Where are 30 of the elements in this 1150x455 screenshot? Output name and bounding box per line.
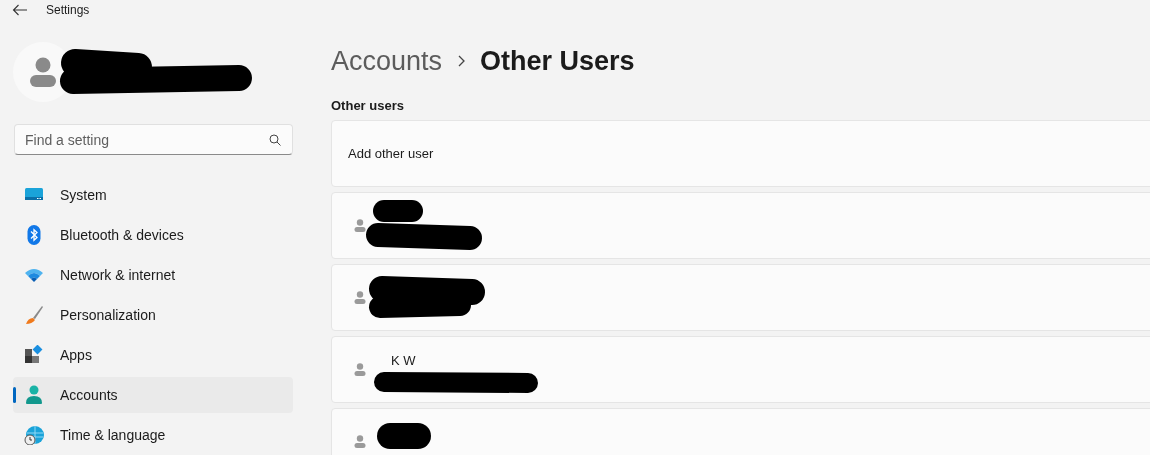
user-card[interactable] [331, 264, 1150, 331]
sidebar-item[interactable]: Accounts [13, 377, 293, 413]
sidebar-item[interactable]: Apps [13, 337, 293, 373]
sidebar-item[interactable]: Personalization [13, 297, 293, 333]
breadcrumb-link[interactable]: Accounts [331, 45, 443, 77]
person-icon [354, 219, 366, 232]
user-name: K W [391, 353, 416, 368]
sidebar-item[interactable]: Bluetooth & devices [13, 217, 293, 253]
section-title: Other users [331, 98, 405, 115]
search-field[interactable]: Find a setting [14, 124, 293, 155]
sidebar-item[interactable]: System [13, 177, 293, 213]
person-icon [354, 363, 366, 376]
sidebar-item[interactable]: Time & language [13, 417, 293, 453]
chevron-icon [456, 55, 467, 67]
bluetooth-icon [24, 225, 44, 245]
back-arrow-icon[interactable] [12, 4, 28, 16]
user-card[interactable] [331, 192, 1150, 259]
user-card[interactable]: K W [331, 336, 1150, 403]
window-title: Settings [46, 3, 90, 17]
search-icon [269, 134, 281, 146]
apps-icon [24, 345, 44, 365]
page-title: Other Users [480, 45, 635, 77]
globe-icon [24, 425, 44, 445]
sidebar-item[interactable]: Network & internet [13, 257, 293, 293]
person-icon [354, 291, 366, 304]
person-icon [354, 435, 366, 448]
redaction-mark [377, 423, 431, 449]
paintbrush-icon [24, 305, 44, 325]
person-icon [24, 385, 44, 405]
add-user-card[interactable]: Add other user [331, 120, 1150, 187]
